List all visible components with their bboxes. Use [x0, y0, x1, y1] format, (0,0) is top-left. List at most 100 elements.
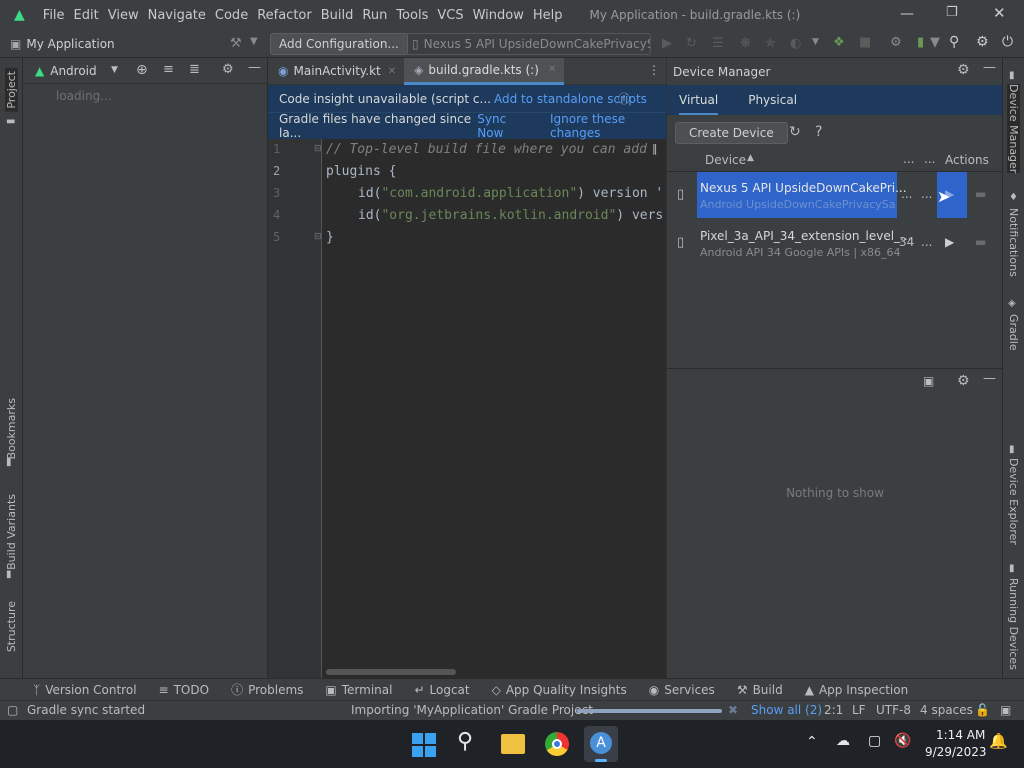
sync-gradle-icon[interactable]: ⚙	[890, 35, 902, 50]
code-line-2[interactable]: plugins {	[326, 164, 396, 179]
close-tab-icon[interactable]: ✕	[388, 66, 396, 77]
cancel-task-icon[interactable]: ✖	[728, 703, 738, 717]
menu-view[interactable]: View	[108, 8, 139, 23]
col-size[interactable]: ...	[924, 152, 935, 166]
refresh-icon[interactable]: ↻	[789, 124, 801, 140]
hammer-icon[interactable]: ⚒	[230, 36, 242, 51]
tab-physical[interactable]: Physical	[748, 93, 797, 107]
clock-date[interactable]: 9/29/2023	[925, 745, 987, 759]
menu-tools[interactable]: Tools	[396, 8, 428, 23]
code-line-4[interactable]: id("org.jetbrains.kotlin.android") vers	[358, 208, 662, 223]
tab-build-gradle[interactable]: ◈ build.gradle.kts (:) ✕	[404, 57, 565, 85]
status-message[interactable]: Gradle sync started	[27, 703, 145, 717]
device-manager-tool-tab[interactable]: Device Manager	[1007, 84, 1020, 174]
col-device[interactable]: Device	[705, 153, 746, 167]
maximize-icon[interactable]: ▣	[923, 374, 934, 388]
chrome-icon[interactable]	[545, 732, 569, 756]
hide-panel-icon[interactable]: —	[983, 60, 996, 75]
chevron-down-icon[interactable]: ▼	[250, 36, 258, 47]
run-icon[interactable]: ▶	[662, 36, 672, 51]
launch-icon[interactable]: ▶	[945, 235, 954, 249]
tool-terminal[interactable]: Terminal	[342, 683, 393, 697]
build-variants-tool-tab[interactable]: Build Variants	[5, 494, 18, 570]
help-icon[interactable]: ?	[815, 124, 822, 140]
show-all-tasks-link[interactable]: Show all (2)	[751, 703, 822, 717]
cloud-icon[interactable]: ☁	[836, 733, 850, 749]
menu-window[interactable]: Window	[473, 8, 524, 23]
stop-icon[interactable]: ■	[859, 35, 871, 50]
rerun-icon[interactable]: ↻	[686, 36, 697, 51]
settings-gear-icon[interactable]: ⚙	[976, 34, 989, 50]
project-view-select[interactable]: Android	[50, 64, 96, 78]
horizontal-scrollbar[interactable]	[326, 669, 456, 675]
code-line-3[interactable]: id("com.android.application") version '	[358, 186, 662, 201]
hide-panel-icon[interactable]: —	[983, 371, 996, 386]
add-configuration-button[interactable]: Add Configuration...	[270, 33, 408, 55]
collapse-all-icon[interactable]: ≣	[189, 62, 200, 77]
expand-all-icon[interactable]: ≡	[163, 62, 174, 77]
fold-icon[interactable]: ⊟	[314, 232, 322, 242]
menu-run[interactable]: Run	[362, 8, 387, 23]
file-explorer-icon[interactable]	[501, 734, 525, 754]
hide-panel-icon[interactable]: —	[248, 60, 261, 75]
menu-code[interactable]: Code	[215, 8, 248, 23]
tool-todo[interactable]: TODO	[174, 683, 209, 697]
restore-icon[interactable]: ❐	[946, 5, 958, 20]
code-line-1[interactable]: // Top-level build file where you can ad…	[326, 142, 662, 157]
file-encoding[interactable]: UTF-8	[876, 703, 911, 717]
ignore-changes-link[interactable]: Ignore these changes	[550, 112, 666, 140]
inspection-widget-icon[interactable]: ‖	[652, 142, 658, 155]
running-devices-tool-tab[interactable]: Running Devices	[1007, 578, 1020, 670]
search-icon[interactable]: ⚲	[457, 729, 473, 754]
indent-setting[interactable]: 4 spaces	[920, 703, 973, 717]
more-tabs-icon[interactable]: ⋮	[648, 63, 660, 77]
chevron-down-icon[interactable]: ▼	[111, 65, 118, 75]
minimize-icon[interactable]: —	[900, 6, 914, 22]
folder-icon[interactable]: ▬	[975, 187, 986, 201]
help-icon[interactable]: ⓘ	[618, 90, 630, 107]
sync-now-link[interactable]: Sync Now	[477, 112, 530, 140]
debug-icon[interactable]: ❋	[740, 36, 751, 51]
lock-icon[interactable]: 🔓	[975, 703, 990, 717]
menu-navigate[interactable]: Navigate	[148, 8, 206, 23]
device-explorer-tool-tab[interactable]: Device Explorer	[1007, 458, 1020, 545]
windows-start-icon[interactable]	[412, 733, 436, 757]
tool-app-inspection[interactable]: App Inspection	[819, 683, 908, 697]
power-icon[interactable]: ⏻	[1002, 34, 1013, 50]
display-icon[interactable]: ▢	[868, 733, 881, 749]
notifications-bell-icon[interactable]: 🔔	[989, 732, 1008, 750]
menu-help[interactable]: Help	[533, 8, 563, 23]
settings-gear-icon[interactable]: ⚙	[222, 62, 234, 77]
structure-tool-tab[interactable]: Structure	[5, 601, 18, 652]
status-panel-icon[interactable]: ▢	[7, 703, 18, 717]
profile-icon[interactable]: ✯	[765, 36, 776, 51]
settings-gear-icon[interactable]: ⚙	[957, 373, 970, 389]
android-studio-taskbar-icon[interactable]: A	[584, 726, 618, 762]
memory-indicator-icon[interactable]: ▣	[1000, 703, 1011, 717]
menu-build[interactable]: Build	[321, 8, 354, 23]
fold-icon[interactable]: ⊟	[314, 144, 322, 154]
volume-muted-icon[interactable]: 🔇	[894, 733, 911, 749]
create-device-button[interactable]: Create Device	[675, 122, 788, 144]
tool-build[interactable]: Build	[753, 683, 783, 697]
caret-position[interactable]: 2:1	[824, 703, 843, 717]
menu-file[interactable]: File	[43, 8, 65, 23]
clock-time[interactable]: 1:14 AM	[936, 728, 985, 742]
menu-edit[interactable]: Edit	[74, 8, 99, 23]
device-manager-icon[interactable]: ▮	[917, 35, 924, 50]
coverage-icon[interactable]: ◐	[790, 36, 801, 51]
tab-virtual[interactable]: Virtual	[679, 86, 719, 115]
project-tool-tab[interactable]: Project	[5, 68, 18, 112]
chevron-down-icon[interactable]: ▼	[812, 37, 819, 47]
sdk-manager-icon[interactable]: ▼	[930, 35, 940, 50]
tool-services[interactable]: Services	[664, 683, 715, 697]
bookmarks-tool-tab[interactable]: Bookmarks	[5, 398, 18, 459]
tool-version-control[interactable]: Version Control	[45, 683, 136, 697]
search-icon[interactable]: ⚲	[949, 34, 959, 50]
settings-gear-icon[interactable]: ⚙	[957, 62, 970, 78]
folder-icon[interactable]: ▬	[975, 235, 986, 249]
tool-problems[interactable]: Problems	[248, 683, 303, 697]
menu-refactor[interactable]: Refactor	[257, 8, 312, 23]
project-name[interactable]: My Application	[26, 37, 114, 51]
close-icon[interactable]: ✕	[993, 4, 1006, 22]
